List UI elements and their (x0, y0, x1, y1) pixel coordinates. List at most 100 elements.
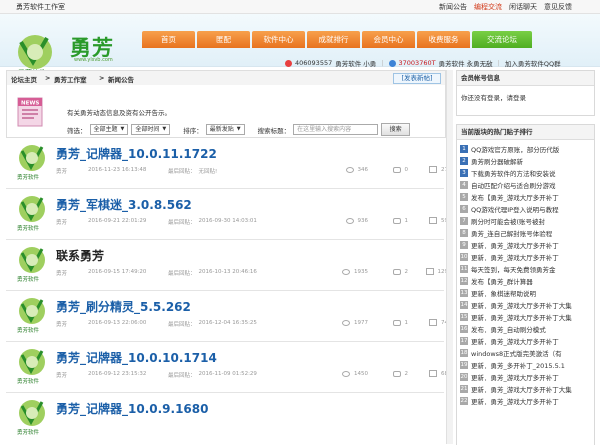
breadcrumb-sep: > (99, 74, 105, 82)
breadcrumb-sep: > (45, 74, 51, 82)
top-link-feedback[interactable]: 意见反馈 (544, 2, 572, 12)
sort-label: 排序： (183, 126, 203, 135)
thread-views: 1935 (354, 268, 368, 275)
hot-thread-item[interactable]: 19 更新．勇芳_多开补丁_2015.5.1 (460, 359, 591, 371)
thread-stats: 1935 2 129 (328, 268, 448, 275)
hot-thread-item[interactable]: 15 更新．勇芳_游戏大厅多开补丁大集 (460, 311, 591, 323)
thread-views: 1977 (354, 319, 368, 326)
thread-author[interactable]: 勇芳 (56, 371, 88, 379)
thread-row[interactable]: 勇芳软件 联系勇芳 勇芳 2016-09-15 17:49:20 最后回贴： 2… (6, 240, 448, 291)
hot-thread-item[interactable]: 18 windows8正式版完美激活（有 (460, 347, 591, 359)
svg-text:勇芳软件: 勇芳软件 (17, 275, 40, 283)
thumbs-up-icon[interactable] (429, 166, 437, 173)
hot-thread-item[interactable]: 9 更新．勇芳_游戏大厅多开补丁 (460, 239, 591, 251)
site-header: 勇芳软件 勇芳 www.ylsvb.com 首页 匿配 软件中心 成就排行 会员… (0, 14, 600, 77)
thread-meta: 勇芳 2016-11-23 16:13:48 最后回贴： 无回贴! (56, 167, 217, 175)
qq-number-2[interactable]: 37003760T (399, 59, 436, 67)
search-input[interactable]: 在这里输入搜索内容 (293, 124, 379, 135)
thread-row[interactable]: 勇芳软件 勇芳_记牌器_10.0.9.1680 (6, 393, 444, 443)
hot-thread-item[interactable]: 12 发布【勇芳_群计算器 (460, 275, 591, 287)
hot-thread-item[interactable]: 10 更新．勇芳_游戏大厅多开补丁 (460, 251, 591, 263)
thread-row[interactable]: 勇芳软件 勇芳_记牌器_10.0.11.1722 勇芳 2016-11-23 1… (6, 138, 448, 189)
thread-last-reply: 2016-10-13 20:46:16 (198, 269, 257, 275)
qq-number-1[interactable]: 406093557 (295, 59, 332, 67)
breadcrumb-forum-home[interactable]: 论坛主页 (11, 74, 37, 84)
member-login-prompt[interactable]: 你还没有登录，请登录 (457, 86, 594, 108)
hot-thread-item[interactable]: 13 更新．象棋迷帮助说明 (460, 287, 591, 299)
hot-thread-item[interactable]: 22 更新．勇芳_游戏大厅多开补丁 (460, 395, 591, 407)
thread-author[interactable]: 勇芳 (56, 269, 88, 277)
thread-last-reply: 2016-12-04 16:35:25 (198, 320, 257, 326)
hot-thread-item[interactable]: 3 下载勇芳软件的方法和安装说 (460, 167, 591, 179)
thread-last-reply: 2016-11-09 01:52:29 (198, 371, 257, 377)
hot-thread-item[interactable]: 11 每天签到，每天免费领勇芳金 (460, 263, 591, 275)
thread-logo-icon: 勇芳软件 (17, 349, 45, 385)
nav-paid-service[interactable]: 收费服务 (417, 31, 470, 48)
thread-meta: 勇芳 2016-09-13 22:06:00 最后回贴： 2016-12-04 … (56, 320, 257, 328)
thread-author[interactable]: 勇芳 (56, 218, 88, 226)
thread-author[interactable]: 勇芳 (56, 320, 88, 328)
thread-time: 2016-09-13 22:06:00 (88, 320, 147, 326)
nav-forum[interactable]: 交流论坛 (472, 31, 532, 48)
eye-icon (345, 217, 354, 224)
thread-logo-icon: 勇芳软件 (17, 145, 45, 181)
nav-match[interactable]: 匿配 (197, 31, 250, 48)
thread-author[interactable]: 勇芳 (56, 167, 88, 175)
hot-thread-item[interactable]: 1 QQ游戏官方原账，部分历代版 (460, 143, 591, 155)
top-link-programming[interactable]: 编程交流 (474, 2, 502, 12)
thread-title[interactable]: 勇芳_记牌器_10.0.9.1680 (56, 400, 208, 417)
hot-thread-item[interactable]: 6 QQ游戏代理IP登入说明与教程 (460, 203, 591, 215)
thread-title[interactable]: 勇芳_刷分精灵_5.5.262 (56, 298, 191, 315)
nav-member-center[interactable]: 会员中心 (362, 31, 415, 48)
search-button[interactable]: 搜索 (381, 123, 411, 136)
scrollbar[interactable] (446, 70, 453, 444)
thread-title[interactable]: 勇芳_记牌器_10.0.10.1714 (56, 349, 217, 366)
thread-last-label: 最后回贴： (168, 322, 196, 328)
thread-row[interactable]: 勇芳软件 勇芳_军棋迷_3.0.8.562 勇芳 2016-09-21 22:0… (6, 189, 448, 240)
hot-thread-item[interactable]: 17 更新．勇芳_游戏大厅多开补丁 (460, 335, 591, 347)
new-post-button[interactable]: [发表新帖] (393, 73, 441, 84)
svg-text:勇芳软件: 勇芳软件 (17, 377, 40, 385)
news-icon-label: NEWS (21, 101, 39, 107)
thread-row[interactable]: 勇芳软件 勇芳_记牌器_10.0.10.1714 勇芳 2016-09-12 2… (6, 342, 448, 393)
hot-thread-item[interactable]: 16 发布．勇芳_自动刷分模式 (460, 323, 591, 335)
time-filter-select[interactable]: 全部时间 ▼ (131, 124, 171, 135)
thumbs-up-icon[interactable] (429, 217, 437, 224)
hot-thread-item[interactable]: 2 勇芳刷分器破解新 (460, 155, 591, 167)
thumbs-up-icon[interactable] (429, 319, 437, 326)
qq-icon (388, 59, 396, 67)
qq-group-link[interactable]: 加入勇芳软件QQ群 (505, 58, 561, 68)
member-info-box: 会员帐号信息 你还没有登录，请登录 (456, 70, 595, 116)
comment-icon (392, 319, 401, 326)
thread-title[interactable]: 勇芳_军棋迷_3.0.8.562 (56, 196, 192, 213)
nav-ranking[interactable]: 成就排行 (307, 31, 360, 48)
nav-software-center[interactable]: 软件中心 (252, 31, 305, 48)
thread-last-label: 最后回贴： (168, 271, 196, 277)
hot-thread-item[interactable]: 21 更新．勇芳_游戏大厅多开补丁大集 (460, 383, 591, 395)
top-link-news[interactable]: 新闻公告 (439, 2, 467, 12)
hot-thread-item[interactable]: 7 刷分时可能会被(账号被封 (460, 215, 591, 227)
breadcrumb-news[interactable]: 新闻公告 (108, 74, 134, 84)
eye-icon (342, 268, 350, 275)
hot-thread-item[interactable]: 4 自动匹配介绍与适合刷分游戏 (460, 179, 591, 191)
hot-thread-item[interactable]: 14 更新．勇芳_游戏大厅多开补丁大集 (460, 299, 591, 311)
thread-title[interactable]: 勇芳_记牌器_10.0.11.1722 (56, 145, 217, 162)
breadcrumb-studio[interactable]: 勇芳工作室 (54, 74, 87, 84)
thumbs-up-icon[interactable] (429, 370, 437, 377)
thumbs-up-icon[interactable] (425, 268, 434, 275)
sort-select[interactable]: 最新发贴 ▼ (205, 124, 245, 135)
hot-thread-item[interactable]: 20 更新．勇芳_游戏大厅多开补丁 (460, 371, 591, 383)
thread-title[interactable]: 联系勇芳 (56, 247, 104, 264)
hot-threads-box: 当前版块的热门贴子排行 1 QQ游戏官方原账，部分历代版 2 勇芳刷分器破解新 3下… (456, 124, 595, 445)
top-link-chat[interactable]: 闲话聊天 (509, 2, 537, 12)
thread-logo-icon: 勇芳软件 (17, 196, 45, 232)
comment-icon (392, 370, 401, 377)
hot-thread-item[interactable]: 8 勇芳_连自己解封账号体验程 (460, 227, 591, 239)
theme-filter-select[interactable]: 全部主题 ▼ (89, 124, 129, 135)
svg-text:勇芳软件: 勇芳软件 (17, 428, 40, 436)
hot-thread-item[interactable]: 5 发布【勇芳_游戏大厅多开补丁 (460, 191, 591, 203)
thread-logo-icon: 勇芳软件 (17, 298, 45, 334)
thread-row[interactable]: 勇芳软件 勇芳_刷分精灵_5.5.262 勇芳 2016-09-13 22:06… (6, 291, 448, 342)
thread-stats: 1977 1 74 (328, 319, 448, 326)
nav-home[interactable]: 首页 (142, 31, 195, 48)
